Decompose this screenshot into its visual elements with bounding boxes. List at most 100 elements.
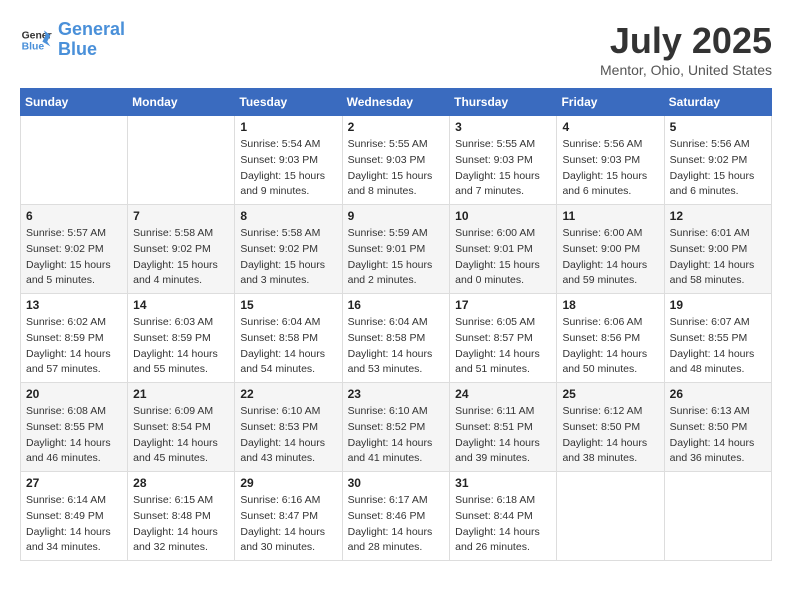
calendar-cell: 20 Sunrise: 6:08 AM Sunset: 8:55 PM Dayli… <box>21 383 128 472</box>
calendar-cell: 21 Sunrise: 6:09 AM Sunset: 8:54 PM Dayli… <box>128 383 235 472</box>
day-info: Sunrise: 6:00 AM Sunset: 9:00 PM Dayligh… <box>562 226 658 289</box>
day-info: Sunrise: 5:55 AM Sunset: 9:03 PM Dayligh… <box>348 137 445 200</box>
day-header-thursday: Thursday <box>450 89 557 116</box>
day-number: 6 <box>26 209 122 223</box>
calendar-cell: 22 Sunrise: 6:10 AM Sunset: 8:53 PM Dayli… <box>235 383 342 472</box>
calendar-cell <box>128 116 235 205</box>
calendar-cell <box>21 116 128 205</box>
day-info: Sunrise: 6:07 AM Sunset: 8:55 PM Dayligh… <box>670 315 766 378</box>
calendar-cell: 18 Sunrise: 6:06 AM Sunset: 8:56 PM Dayli… <box>557 294 664 383</box>
day-info: Sunrise: 5:57 AM Sunset: 9:02 PM Dayligh… <box>26 226 122 289</box>
day-number: 23 <box>348 387 445 401</box>
calendar-cell: 7 Sunrise: 5:58 AM Sunset: 9:02 PM Daylig… <box>128 205 235 294</box>
day-header-sunday: Sunday <box>21 89 128 116</box>
calendar-cell: 31 Sunrise: 6:18 AM Sunset: 8:44 PM Dayli… <box>450 472 557 561</box>
calendar-cell: 26 Sunrise: 6:13 AM Sunset: 8:50 PM Dayli… <box>664 383 771 472</box>
day-header-wednesday: Wednesday <box>342 89 450 116</box>
day-number: 3 <box>455 120 551 134</box>
day-info: Sunrise: 5:55 AM Sunset: 9:03 PM Dayligh… <box>455 137 551 200</box>
day-info: Sunrise: 6:05 AM Sunset: 8:57 PM Dayligh… <box>455 315 551 378</box>
day-number: 18 <box>562 298 658 312</box>
day-info: Sunrise: 6:10 AM Sunset: 8:52 PM Dayligh… <box>348 404 445 467</box>
calendar-cell: 29 Sunrise: 6:16 AM Sunset: 8:47 PM Dayli… <box>235 472 342 561</box>
day-info: Sunrise: 6:13 AM Sunset: 8:50 PM Dayligh… <box>670 404 766 467</box>
day-number: 13 <box>26 298 122 312</box>
calendar-cell: 27 Sunrise: 6:14 AM Sunset: 8:49 PM Dayli… <box>21 472 128 561</box>
day-info: Sunrise: 5:54 AM Sunset: 9:03 PM Dayligh… <box>240 137 336 200</box>
day-number: 1 <box>240 120 336 134</box>
day-info: Sunrise: 6:09 AM Sunset: 8:54 PM Dayligh… <box>133 404 229 467</box>
day-number: 30 <box>348 476 445 490</box>
week-row-3: 13 Sunrise: 6:02 AM Sunset: 8:59 PM Dayli… <box>21 294 772 383</box>
day-number: 31 <box>455 476 551 490</box>
header: General Blue General Blue July 2025 Ment… <box>20 20 772 78</box>
logo-blue: Blue <box>58 40 125 60</box>
day-number: 19 <box>670 298 766 312</box>
day-info: Sunrise: 6:04 AM Sunset: 8:58 PM Dayligh… <box>348 315 445 378</box>
day-info: Sunrise: 5:59 AM Sunset: 9:01 PM Dayligh… <box>348 226 445 289</box>
calendar-body: 1 Sunrise: 5:54 AM Sunset: 9:03 PM Daylig… <box>21 116 772 561</box>
calendar-cell: 2 Sunrise: 5:55 AM Sunset: 9:03 PM Daylig… <box>342 116 450 205</box>
day-info: Sunrise: 6:16 AM Sunset: 8:47 PM Dayligh… <box>240 493 336 556</box>
day-header-saturday: Saturday <box>664 89 771 116</box>
day-info: Sunrise: 6:17 AM Sunset: 8:46 PM Dayligh… <box>348 493 445 556</box>
day-header-monday: Monday <box>128 89 235 116</box>
week-row-1: 1 Sunrise: 5:54 AM Sunset: 9:03 PM Daylig… <box>21 116 772 205</box>
calendar-cell: 10Sunrise: 6:00 AM Sunset: 9:01 PM Dayli… <box>450 205 557 294</box>
calendar-cell: 14Sunrise: 6:03 AM Sunset: 8:59 PM Dayli… <box>128 294 235 383</box>
calendar-cell: 30 Sunrise: 6:17 AM Sunset: 8:46 PM Dayli… <box>342 472 450 561</box>
week-row-5: 27 Sunrise: 6:14 AM Sunset: 8:49 PM Dayli… <box>21 472 772 561</box>
day-number: 9 <box>348 209 445 223</box>
calendar-cell: 3 Sunrise: 5:55 AM Sunset: 9:03 PM Daylig… <box>450 116 557 205</box>
days-of-week-row: SundayMondayTuesdayWednesdayThursdayFrid… <box>21 89 772 116</box>
day-info: Sunrise: 6:11 AM Sunset: 8:51 PM Dayligh… <box>455 404 551 467</box>
title-area: July 2025 Mentor, Ohio, United States <box>600 20 772 78</box>
calendar-cell: 23 Sunrise: 6:10 AM Sunset: 8:52 PM Dayli… <box>342 383 450 472</box>
day-number: 4 <box>562 120 658 134</box>
calendar-cell: 1 Sunrise: 5:54 AM Sunset: 9:03 PM Daylig… <box>235 116 342 205</box>
day-info: Sunrise: 6:08 AM Sunset: 8:55 PM Dayligh… <box>26 404 122 467</box>
day-info: Sunrise: 6:10 AM Sunset: 8:53 PM Dayligh… <box>240 404 336 467</box>
day-info: Sunrise: 6:01 AM Sunset: 9:00 PM Dayligh… <box>670 226 766 289</box>
day-info: Sunrise: 6:02 AM Sunset: 8:59 PM Dayligh… <box>26 315 122 378</box>
calendar-cell: 12 Sunrise: 6:01 AM Sunset: 9:00 PM Dayli… <box>664 205 771 294</box>
day-number: 26 <box>670 387 766 401</box>
day-number: 11 <box>562 209 658 223</box>
day-number: 25 <box>562 387 658 401</box>
calendar-header: SundayMondayTuesdayWednesdayThursdayFrid… <box>21 89 772 116</box>
week-row-2: 6 Sunrise: 5:57 AM Sunset: 9:02 PM Daylig… <box>21 205 772 294</box>
day-number: 22 <box>240 387 336 401</box>
svg-text:Blue: Blue <box>22 41 45 52</box>
day-number: 20 <box>26 387 122 401</box>
day-number: 8 <box>240 209 336 223</box>
logo-icon: General Blue <box>20 24 52 56</box>
day-number: 7 <box>133 209 229 223</box>
day-info: Sunrise: 6:12 AM Sunset: 8:50 PM Dayligh… <box>562 404 658 467</box>
week-row-4: 20 Sunrise: 6:08 AM Sunset: 8:55 PM Dayli… <box>21 383 772 472</box>
day-number: 16 <box>348 298 445 312</box>
day-number: 29 <box>240 476 336 490</box>
day-info: Sunrise: 6:14 AM Sunset: 8:49 PM Dayligh… <box>26 493 122 556</box>
calendar-cell: 11 Sunrise: 6:00 AM Sunset: 9:00 PM Dayli… <box>557 205 664 294</box>
calendar-cell: 19 Sunrise: 6:07 AM Sunset: 8:55 PM Dayli… <box>664 294 771 383</box>
day-header-friday: Friday <box>557 89 664 116</box>
month-title: July 2025 <box>600 20 772 62</box>
day-info: Sunrise: 5:56 AM Sunset: 9:02 PM Dayligh… <box>670 137 766 200</box>
day-info: Sunrise: 5:58 AM Sunset: 9:02 PM Dayligh… <box>240 226 336 289</box>
calendar-cell: 25 Sunrise: 6:12 AM Sunset: 8:50 PM Dayli… <box>557 383 664 472</box>
day-info: Sunrise: 6:18 AM Sunset: 8:44 PM Dayligh… <box>455 493 551 556</box>
day-info: Sunrise: 6:04 AM Sunset: 8:58 PM Dayligh… <box>240 315 336 378</box>
day-number: 2 <box>348 120 445 134</box>
day-info: Sunrise: 6:06 AM Sunset: 8:56 PM Dayligh… <box>562 315 658 378</box>
calendar-cell: 17Sunrise: 6:05 AM Sunset: 8:57 PM Dayli… <box>450 294 557 383</box>
day-info: Sunrise: 5:58 AM Sunset: 9:02 PM Dayligh… <box>133 226 229 289</box>
day-number: 21 <box>133 387 229 401</box>
day-info: Sunrise: 6:00 AM Sunset: 9:01 PM Dayligh… <box>455 226 551 289</box>
day-number: 24 <box>455 387 551 401</box>
day-number: 28 <box>133 476 229 490</box>
calendar-cell: 24 Sunrise: 6:11 AM Sunset: 8:51 PM Dayli… <box>450 383 557 472</box>
day-number: 27 <box>26 476 122 490</box>
calendar-cell <box>557 472 664 561</box>
day-number: 12 <box>670 209 766 223</box>
day-number: 5 <box>670 120 766 134</box>
